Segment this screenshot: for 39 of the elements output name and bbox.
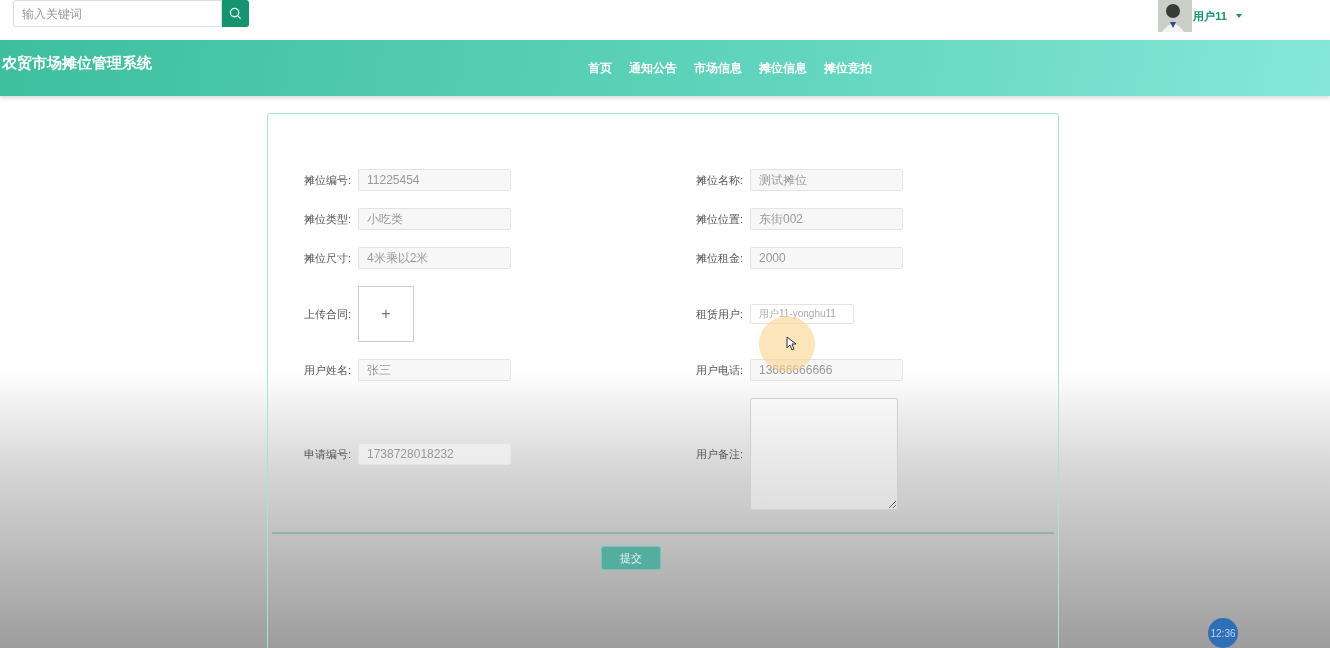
field-label: 租赁用户: [694, 306, 744, 322]
cursor-icon [786, 336, 796, 351]
field-label: 摊位编号: [302, 172, 352, 188]
field-label: 摊位类型: [302, 211, 352, 227]
username[interactable]: 用户11 [1193, 7, 1227, 25]
nav-link[interactable]: 摊位竞拍 [824, 59, 872, 96]
field-label: 申请编号: [302, 446, 352, 462]
text-field[interactable]: 13666666666 [750, 359, 903, 381]
text-field[interactable]: 11225454 [358, 169, 511, 191]
caret-icon[interactable] [1236, 14, 1242, 18]
field-label: 用户备注: [694, 446, 744, 462]
avatar [1158, 0, 1193, 32]
field-label: 上传合同: [302, 306, 352, 322]
text-field[interactable]: 张三 [358, 359, 511, 381]
field-label: 摊位租金: [694, 250, 744, 266]
text-field[interactable]: 东街002 [750, 208, 903, 230]
field-label: 摊位尺寸: [302, 250, 352, 266]
search-icon [229, 7, 242, 20]
search-button[interactable] [222, 0, 249, 27]
field-label: 摊位位置: [694, 211, 744, 227]
nav-link[interactable]: 市场信息 [694, 59, 742, 96]
nav-link[interactable]: 首页 [588, 59, 612, 96]
field-label: 摊位名称: [694, 172, 744, 188]
text-field[interactable]: 小吃类 [358, 208, 511, 230]
search-field[interactable]: 输入关键词 [13, 0, 222, 27]
site-title: 农贸市场摊位管理系统 [2, 53, 152, 73]
nav-link[interactable]: 通知公告 [629, 59, 677, 96]
text-field[interactable]: 1738728018232 [358, 443, 511, 465]
clock-badge: 12:36 [1208, 618, 1238, 648]
text-field[interactable]: 2000 [750, 247, 903, 269]
upload-button[interactable]: + [358, 286, 414, 342]
text-field[interactable]: 4米乘以2米 [358, 247, 511, 269]
nav-link[interactable]: 摊位信息 [759, 59, 807, 96]
text-field[interactable]: 测试摊位 [750, 169, 903, 191]
submit-button[interactable]: 提交 [601, 546, 661, 570]
field-label: 用户姓名: [302, 362, 352, 378]
user-select[interactable]: 用户11-yonghu11 [750, 304, 854, 324]
remarks-field[interactable] [750, 398, 898, 510]
field-label: 用户电话: [694, 362, 744, 378]
